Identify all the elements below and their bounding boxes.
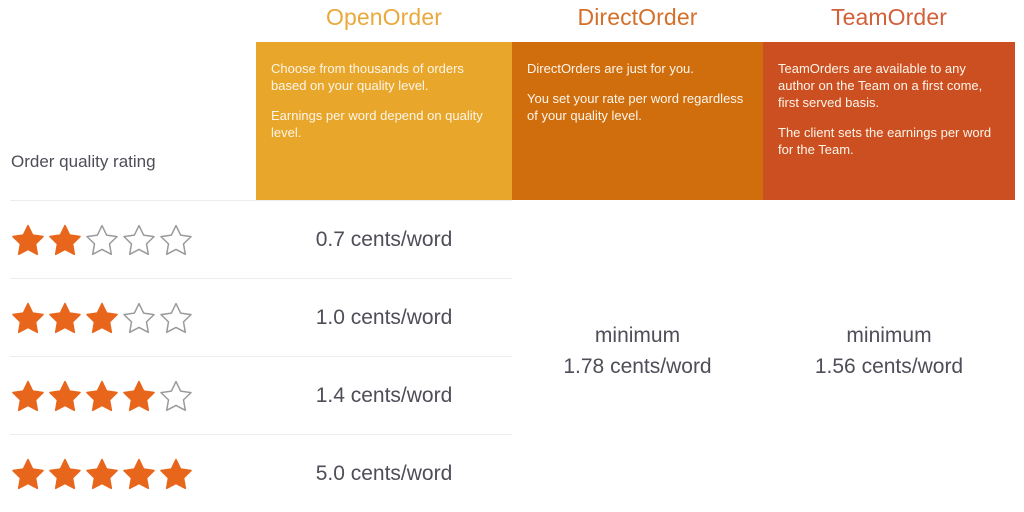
table-header-row: OpenOrder DirectOrder TeamOrder — [0, 0, 1024, 42]
team-order-minimum-label: minimum — [846, 324, 932, 347]
direct-order-minimum-value: 1.78 cents/word — [563, 355, 712, 378]
direct-order-description-line-2: You set your rate per word regardless of… — [527, 91, 744, 123]
star-filled-icon — [86, 458, 118, 489]
open-order-rate-value: 1.0 cents/word — [315, 305, 453, 329]
star-filled-icon — [12, 380, 44, 411]
team-order-description-line-1: TeamOrders are available to any author o… — [778, 61, 983, 110]
star-outline-icon — [123, 224, 155, 255]
rating-row: 1.4 cents/word — [0, 357, 512, 434]
direct-order-description-panel: DirectOrders are just for you. You set y… — [512, 42, 763, 200]
star-filled-icon — [86, 302, 118, 333]
star-outline-icon — [160, 302, 192, 333]
open-order-description-line-1: Choose from thousands of orders based on… — [271, 61, 464, 93]
star-rating — [10, 457, 194, 491]
star-filled-icon — [86, 380, 118, 411]
star-filled-icon — [12, 302, 44, 333]
open-order-rate-value: 1.4 cents/word — [315, 383, 453, 407]
open-order-rate-value: 0.7 cents/word — [315, 227, 453, 251]
star-outline-icon — [160, 380, 192, 411]
open-order-description-line-2: Earnings per word depend on quality leve… — [271, 108, 483, 140]
star-filled-icon — [49, 224, 81, 255]
order-quality-rating-label: Order quality rating — [11, 152, 156, 171]
team-order-description-line-2: The client sets the earnings per word fo… — [778, 125, 992, 157]
team-order-description-panel: TeamOrders are available to any author o… — [763, 42, 1015, 200]
direct-order-minimum-block: minimum 1.78 cents/word — [512, 320, 763, 382]
star-filled-icon — [123, 380, 155, 411]
direct-order-minimum-label: minimum — [594, 324, 681, 347]
star-rating — [10, 301, 194, 335]
column-header-team-order: TeamOrder — [831, 4, 947, 30]
star-outline-icon — [160, 224, 192, 255]
open-order-rate-value: 5.0 cents/word — [315, 461, 453, 485]
rating-row: 0.7 cents/word — [0, 201, 512, 278]
star-rating — [10, 379, 194, 413]
rating-row: 5.0 cents/word — [0, 435, 512, 512]
star-filled-icon — [49, 458, 81, 489]
star-filled-icon — [12, 458, 44, 489]
column-header-open-order: OpenOrder — [326, 4, 442, 30]
column-header-direct-order: DirectOrder — [577, 4, 698, 30]
star-filled-icon — [160, 458, 192, 489]
team-order-minimum-value: 1.56 cents/word — [814, 355, 964, 378]
direct-order-description-line-1: DirectOrders are just for you. — [527, 61, 694, 76]
star-filled-icon — [12, 224, 44, 255]
star-filled-icon — [49, 380, 81, 411]
star-filled-icon — [49, 302, 81, 333]
open-order-description-panel: Choose from thousands of orders based on… — [256, 42, 512, 200]
star-filled-icon — [123, 458, 155, 489]
earnings-comparison-table: OpenOrder DirectOrder TeamOrder Choose f… — [0, 0, 1024, 510]
star-outline-icon — [86, 224, 118, 255]
team-order-minimum-block: minimum 1.56 cents/word — [763, 320, 1015, 382]
rating-row: 1.0 cents/word — [0, 279, 512, 356]
star-rating — [10, 223, 194, 257]
star-outline-icon — [123, 302, 155, 333]
